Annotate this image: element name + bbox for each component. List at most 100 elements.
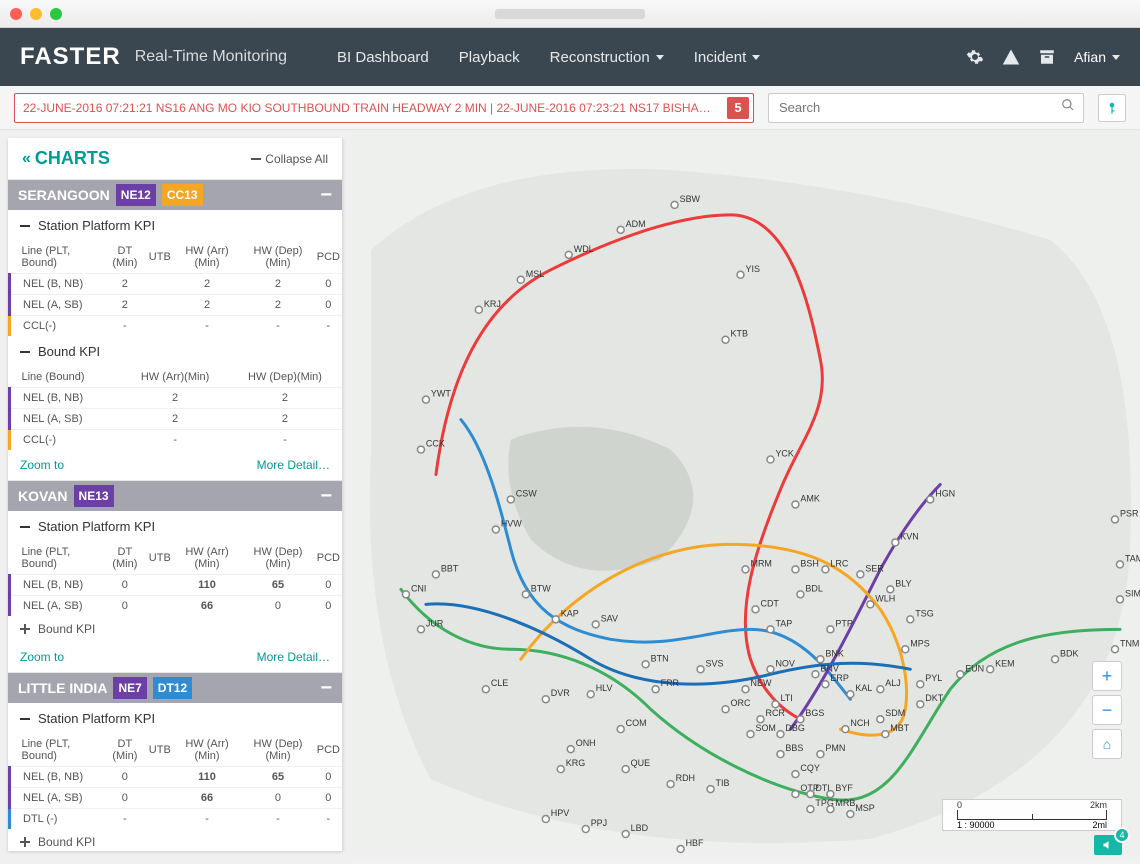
station-DBG[interactable] bbox=[777, 731, 784, 738]
station-EUN[interactable] bbox=[957, 671, 964, 678]
station-HBF[interactable] bbox=[677, 846, 684, 853]
bound-kpi-expand[interactable]: Bound KPI bbox=[8, 829, 342, 851]
nav-reconstruction[interactable]: Reconstruction bbox=[550, 49, 664, 66]
station-CLE[interactable] bbox=[482, 686, 489, 693]
station-SER[interactable] bbox=[857, 571, 864, 578]
station-SVS[interactable] bbox=[697, 666, 704, 673]
station-PTP[interactable] bbox=[827, 626, 834, 633]
station-CNI[interactable] bbox=[402, 591, 409, 598]
window-maximize[interactable] bbox=[50, 8, 62, 20]
user-menu[interactable]: Afian bbox=[1074, 49, 1120, 65]
station-YCK[interactable] bbox=[767, 456, 774, 463]
search-box[interactable] bbox=[768, 93, 1084, 123]
station-COM[interactable] bbox=[617, 726, 624, 733]
station-ERP[interactable] bbox=[822, 681, 829, 688]
platform-kpi-header[interactable]: Station Platform KPI bbox=[8, 511, 342, 542]
platform-kpi-header[interactable]: Station Platform KPI bbox=[8, 703, 342, 734]
zoom-out-button[interactable]: − bbox=[1092, 695, 1122, 725]
station-CDT[interactable] bbox=[752, 606, 759, 613]
more-detail-link[interactable]: More Detail… bbox=[257, 458, 330, 472]
station-OTP[interactable] bbox=[792, 791, 799, 798]
station-CQY[interactable] bbox=[792, 771, 799, 778]
station-DKT[interactable] bbox=[917, 701, 924, 708]
station-MSP[interactable] bbox=[847, 811, 854, 818]
zoom-in-button[interactable]: + bbox=[1092, 661, 1122, 691]
station-KAP[interactable] bbox=[552, 616, 559, 623]
station-CCK[interactable] bbox=[417, 446, 424, 453]
alert-ticker[interactable]: 22-JUNE-2016 07:21:21 NS16 ANG MO KIO SO… bbox=[14, 93, 754, 123]
station-DTL[interactable] bbox=[807, 791, 814, 798]
charts-title[interactable]: « CHARTS bbox=[22, 148, 110, 169]
bound-kpi-header[interactable]: Bound KPI bbox=[8, 336, 342, 367]
station-SDM[interactable] bbox=[877, 716, 884, 723]
station-BLY[interactable] bbox=[887, 586, 894, 593]
panel-header[interactable]: SERANGOONNE12CC13 − bbox=[8, 180, 342, 210]
station-BDL[interactable] bbox=[797, 591, 804, 598]
station-ONH[interactable] bbox=[567, 746, 574, 753]
zoom-to-link[interactable]: Zoom to bbox=[20, 458, 64, 472]
station-QUE[interactable] bbox=[622, 766, 629, 773]
sound-toggle[interactable]: 4 bbox=[1094, 835, 1122, 855]
search-input[interactable] bbox=[769, 100, 1053, 115]
nav-incident[interactable]: Incident bbox=[694, 49, 761, 66]
collapse-all-button[interactable]: Collapse All bbox=[251, 152, 328, 166]
bound-kpi-expand[interactable]: Bound KPI bbox=[8, 616, 342, 642]
station-BNK[interactable] bbox=[817, 656, 824, 663]
gear-icon[interactable] bbox=[966, 48, 984, 66]
station-HLV[interactable] bbox=[587, 691, 594, 698]
station-TAM[interactable] bbox=[1116, 561, 1123, 568]
station-PYL[interactable] bbox=[917, 681, 924, 688]
archive-icon[interactable] bbox=[1038, 48, 1056, 66]
station-KAL[interactable] bbox=[847, 691, 854, 698]
station-ADM[interactable] bbox=[617, 226, 624, 233]
station-MPS[interactable] bbox=[902, 646, 909, 653]
panel-header[interactable]: LITTLE INDIANE7DT12 − bbox=[8, 673, 342, 703]
station-KRJ[interactable] bbox=[475, 306, 482, 313]
station-MSL[interactable] bbox=[517, 276, 524, 283]
station-FRR[interactable] bbox=[652, 686, 659, 693]
station-SIM[interactable] bbox=[1116, 596, 1123, 603]
station-KVN[interactable] bbox=[892, 539, 899, 546]
station-PSR[interactable] bbox=[1111, 516, 1118, 523]
warning-icon[interactable] bbox=[1002, 48, 1020, 66]
station-TAP[interactable] bbox=[767, 626, 774, 633]
station-WLH[interactable] bbox=[867, 601, 874, 608]
station-BBS[interactable] bbox=[777, 751, 784, 758]
station-YIS[interactable] bbox=[737, 271, 744, 278]
map-key-button[interactable] bbox=[1098, 94, 1126, 122]
station-MBT[interactable] bbox=[882, 731, 889, 738]
station-TNM[interactable] bbox=[1111, 646, 1118, 653]
station-BYF[interactable] bbox=[827, 791, 834, 798]
station-BTW[interactable] bbox=[522, 591, 529, 598]
station-LBD[interactable] bbox=[622, 831, 629, 838]
station-RDH[interactable] bbox=[667, 781, 674, 788]
station-BSH[interactable] bbox=[792, 566, 799, 573]
station-PPJ[interactable] bbox=[582, 826, 589, 833]
panel-header[interactable]: KOVANNE13 − bbox=[8, 481, 342, 511]
station-BGS[interactable] bbox=[797, 716, 804, 723]
station-TIB[interactable] bbox=[707, 786, 714, 793]
station-BTN[interactable] bbox=[642, 661, 649, 668]
search-icon[interactable] bbox=[1053, 98, 1083, 117]
station-DVR[interactable] bbox=[542, 696, 549, 703]
more-detail-link[interactable]: More Detail… bbox=[257, 650, 330, 664]
station-HGN[interactable] bbox=[927, 496, 934, 503]
station-MRM[interactable] bbox=[742, 566, 749, 573]
station-KTB[interactable] bbox=[722, 336, 729, 343]
station-KEM[interactable] bbox=[987, 666, 994, 673]
station-LTI[interactable] bbox=[772, 701, 779, 708]
station-RCR[interactable] bbox=[757, 716, 764, 723]
station-KRG[interactable] bbox=[557, 766, 564, 773]
station-MRB[interactable] bbox=[827, 806, 834, 813]
station-LRC[interactable] bbox=[822, 566, 829, 573]
station-NOV[interactable] bbox=[767, 666, 774, 673]
station-BNV[interactable] bbox=[812, 671, 819, 678]
station-JUR[interactable] bbox=[417, 626, 424, 633]
station-SBW[interactable] bbox=[671, 201, 678, 208]
nav-playback[interactable]: Playback bbox=[459, 49, 520, 66]
network-map[interactable]: SBWADMWDLMSLKRJYISKTBYWTYCKAMKCCKCSWHVWB… bbox=[351, 130, 1140, 859]
platform-kpi-header[interactable]: Station Platform KPI bbox=[8, 210, 342, 241]
station-TSG[interactable] bbox=[907, 616, 914, 623]
station-TPG[interactable] bbox=[807, 806, 814, 813]
station-NEW[interactable] bbox=[742, 686, 749, 693]
